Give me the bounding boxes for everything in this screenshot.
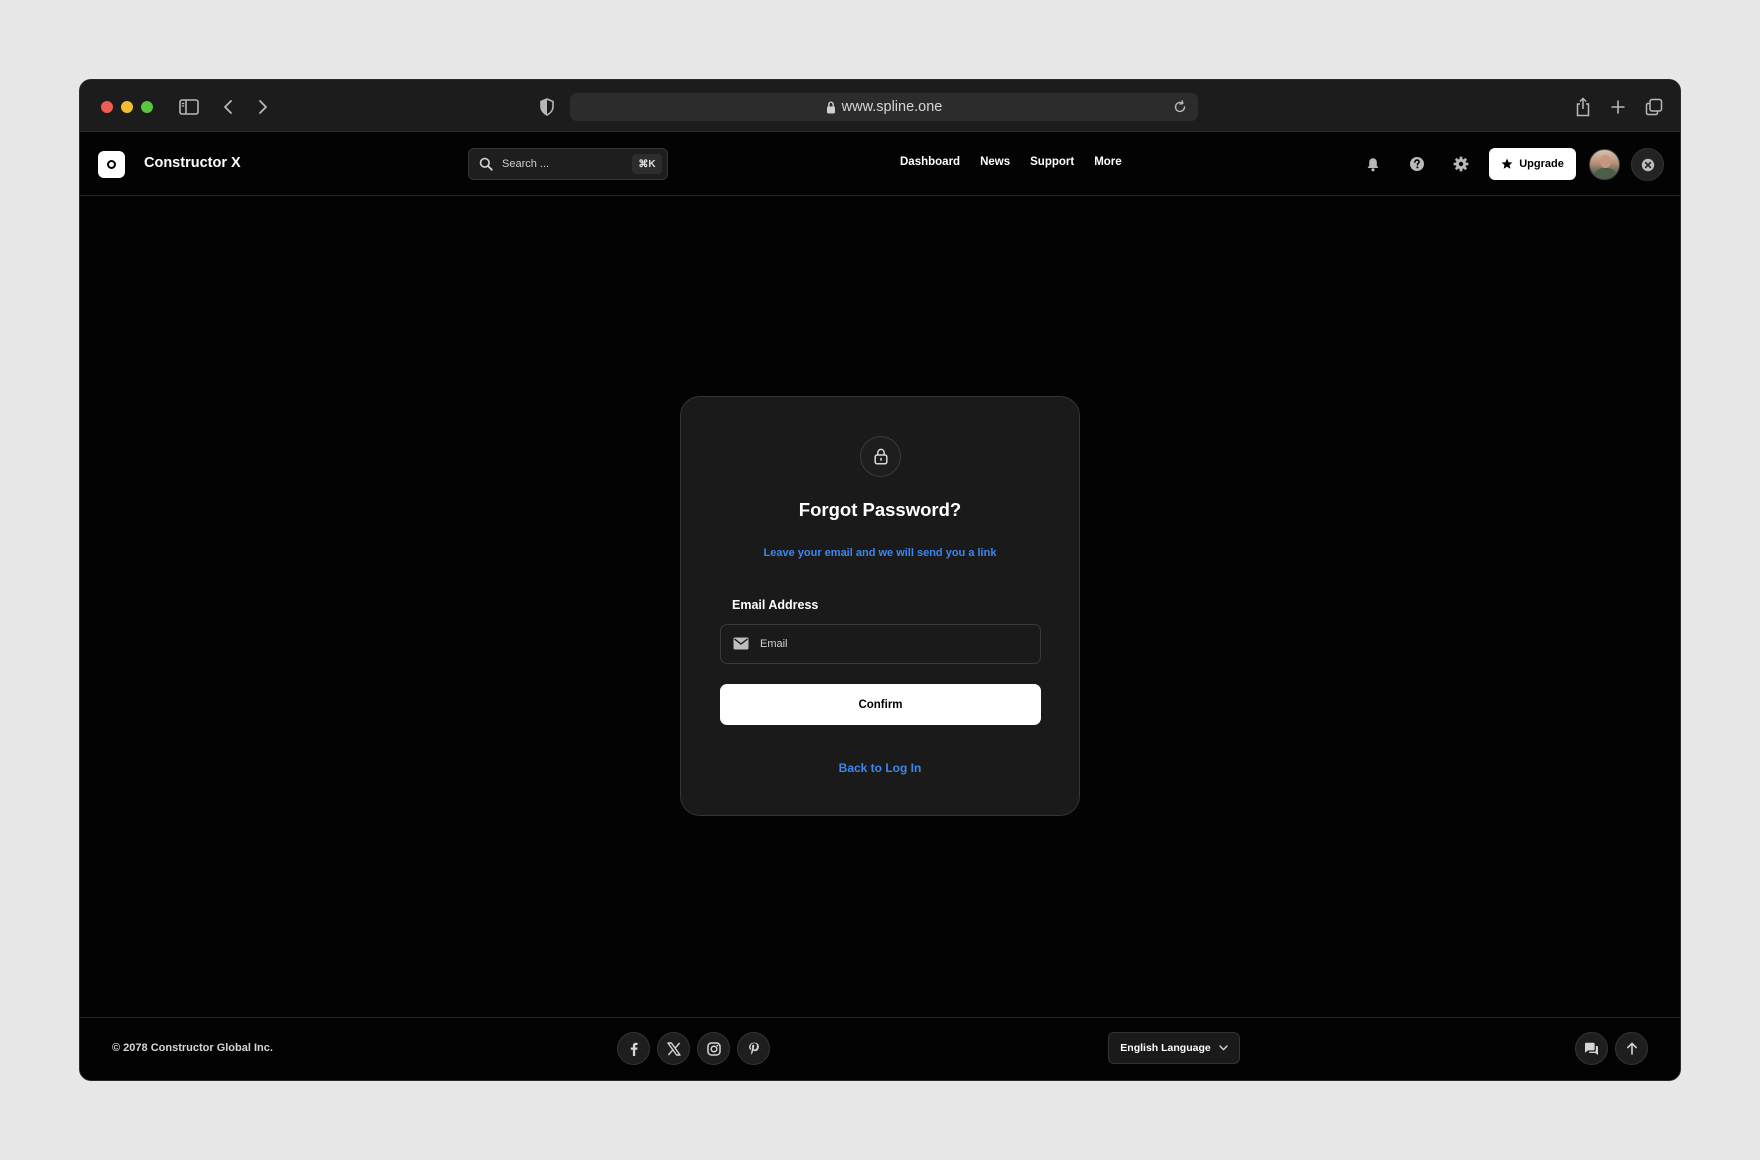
- pinterest-icon[interactable]: [737, 1032, 770, 1065]
- email-label: Email Address: [732, 598, 819, 612]
- upgrade-button[interactable]: Upgrade: [1489, 148, 1576, 180]
- new-tab-icon[interactable]: [1605, 94, 1631, 120]
- main-nav: Dashboard News Support More: [900, 156, 1142, 168]
- address-bar[interactable]: www.spline.one: [570, 93, 1198, 121]
- logo[interactable]: [98, 151, 125, 178]
- instagram-icon[interactable]: [697, 1032, 730, 1065]
- nav-dashboard[interactable]: Dashboard: [900, 156, 960, 168]
- avatar-figure-body: [1595, 168, 1616, 179]
- email-field[interactable]: [760, 625, 1030, 663]
- language-select[interactable]: English Language: [1108, 1032, 1240, 1064]
- nav-support[interactable]: Support: [1030, 156, 1074, 168]
- forgot-password-card: Forgot Password? Leave your email and we…: [680, 396, 1080, 816]
- nav-news[interactable]: News: [980, 156, 1010, 168]
- page-subtitle: Leave your email and we will send you a …: [763, 547, 997, 559]
- confirm-button[interactable]: Confirm: [720, 684, 1041, 725]
- email-field-wrapper: [720, 624, 1041, 664]
- sidebar-icon[interactable]: [176, 94, 202, 120]
- brand-name: Constructor X: [144, 155, 241, 171]
- maximize-window-button[interactable]: [141, 101, 153, 113]
- footer: © 2078 Constructor Global Inc. English L…: [80, 1017, 1680, 1080]
- bell-icon[interactable]: [1363, 154, 1383, 174]
- avatar[interactable]: [1589, 149, 1620, 180]
- avatar-figure-head: [1600, 155, 1611, 168]
- star-icon: [1501, 158, 1513, 169]
- shield-icon[interactable]: [534, 94, 560, 120]
- app-header: Constructor X Search ... ⌘K Dashboard Ne…: [80, 132, 1680, 196]
- gear-icon[interactable]: [1451, 154, 1471, 174]
- chat-icon: [1585, 1042, 1598, 1055]
- share-icon[interactable]: [1570, 94, 1596, 120]
- language-label: English Language: [1120, 1042, 1211, 1054]
- search-box[interactable]: Search ... ⌘K: [468, 148, 668, 180]
- search-input[interactable]: Search ...: [502, 158, 549, 170]
- arrow-up-icon: [1626, 1042, 1637, 1055]
- search-icon: [479, 157, 493, 171]
- mail-icon: [733, 637, 749, 650]
- search-shortcut: ⌘K: [632, 154, 662, 174]
- copyright: © 2078 Constructor Global Inc.: [112, 1042, 273, 1054]
- lock-icon: [826, 100, 835, 113]
- back-to-login-link[interactable]: Back to Log In: [681, 761, 1079, 775]
- scroll-top-button[interactable]: [1615, 1032, 1648, 1065]
- back-arrow-icon[interactable]: [215, 94, 241, 120]
- upgrade-label: Upgrade: [1519, 158, 1564, 170]
- close-button[interactable]: [1631, 148, 1664, 181]
- forward-arrow-icon[interactable]: [250, 94, 276, 120]
- help-icon[interactable]: [1407, 154, 1427, 174]
- nav-more[interactable]: More: [1094, 156, 1121, 168]
- logo-mark: [107, 160, 116, 169]
- tabs-icon[interactable]: [1641, 94, 1667, 120]
- minimize-window-button[interactable]: [121, 101, 133, 113]
- reload-icon[interactable]: [1172, 99, 1188, 115]
- url-text: www.spline.one: [841, 99, 943, 115]
- browser-window: www.spline.one Constructor X Search ... …: [79, 79, 1681, 1081]
- x-icon[interactable]: [657, 1032, 690, 1065]
- chat-button[interactable]: [1575, 1032, 1608, 1065]
- facebook-icon[interactable]: [617, 1032, 650, 1065]
- page-title: Forgot Password?: [798, 499, 962, 520]
- close-icon: [1641, 158, 1654, 171]
- lock-badge: [860, 436, 901, 477]
- close-window-button[interactable]: [101, 101, 113, 113]
- lock-icon: [873, 448, 888, 465]
- browser-toolbar: www.spline.one: [80, 80, 1680, 132]
- chevron-down-icon: [1219, 1045, 1228, 1051]
